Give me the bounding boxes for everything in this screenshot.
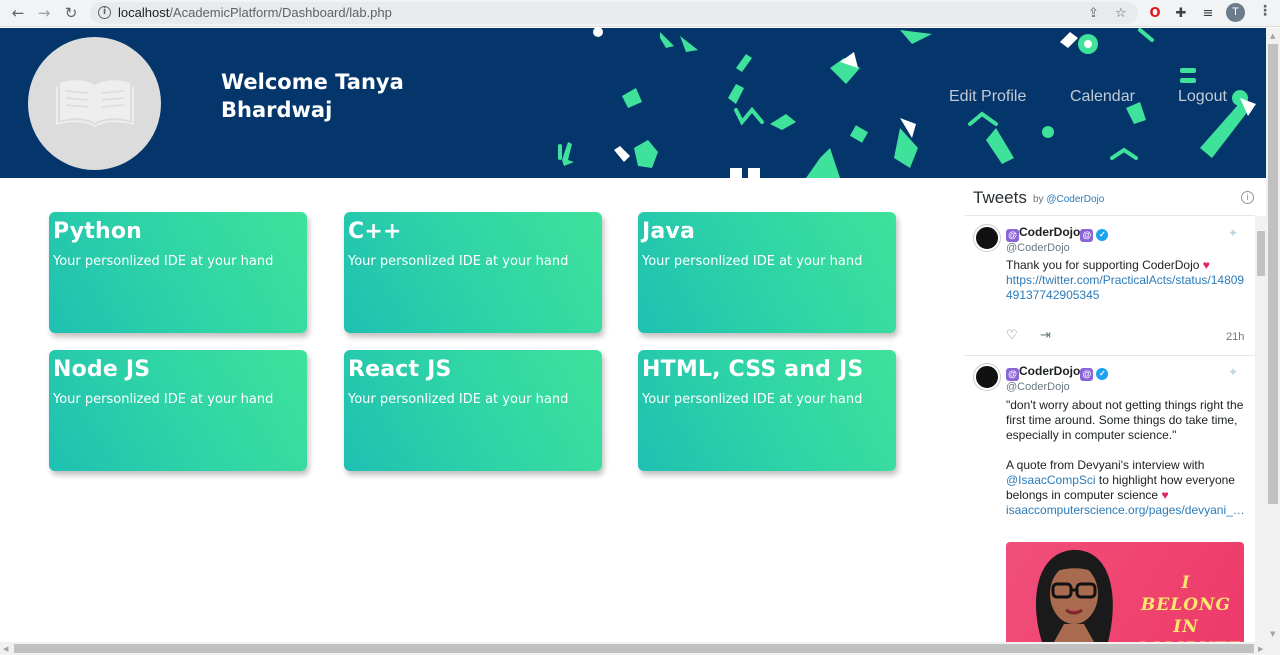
card-subtitle: Your personlized IDE at your hand: [348, 392, 569, 407]
tweet-handle[interactable]: @CoderDojo: [1006, 242, 1070, 254]
url-text[interactable]: localhost/AcademicPlatform/Dashboard/lab…: [118, 5, 392, 20]
emoji-icon: @: [1080, 229, 1094, 242]
tweet-author-name: CoderDojo: [1019, 364, 1081, 378]
card-title: Node JS: [53, 357, 151, 382]
card-title: Python: [53, 219, 143, 244]
tweet-quote: "don't worry about not getting things ri…: [1006, 398, 1244, 442]
twitter-bird-icon[interactable]: ✦: [1228, 226, 1238, 240]
profile-picture[interactable]: [28, 37, 161, 170]
scroll-left-arrow-icon[interactable]: ◀: [3, 645, 8, 653]
emoji-icon: @: [1006, 229, 1019, 242]
tweet-body: "don't worry about not getting things ri…: [1006, 398, 1246, 518]
tweet-image-text: I BELONG IN COMPUTER SCIENCE: [1134, 573, 1244, 642]
reload-icon[interactable]: ↻: [61, 3, 81, 23]
card-html-css-js[interactable]: HTML, CSS and JS Your personlized IDE at…: [638, 350, 896, 471]
header-banner: Welcome Tanya Bhardwaj Edit Profile Cale…: [0, 28, 1266, 178]
back-arrow-icon[interactable]: ←: [8, 3, 28, 23]
card-cpp[interactable]: C++ Your personlized IDE at your hand: [344, 212, 602, 333]
card-title: React JS: [348, 357, 452, 382]
scroll-right-arrow-icon[interactable]: ▶: [1258, 645, 1263, 653]
share-icon[interactable]: ⇥: [1040, 327, 1051, 343]
forward-arrow-icon[interactable]: →: [34, 3, 54, 23]
browser-toolbar: ← → ↻ i localhost/AcademicPlatform/Dashb…: [0, 0, 1280, 27]
card-nodejs[interactable]: Node JS Your personlized IDE at your han…: [49, 350, 307, 471]
site-info-icon[interactable]: i: [98, 6, 111, 19]
card-python[interactable]: Python Your personlized IDE at your hand: [49, 212, 307, 333]
profile-avatar[interactable]: T: [1226, 3, 1245, 22]
verified-badge-icon: ✓: [1096, 229, 1109, 241]
tweet-avatar[interactable]: [974, 225, 1000, 251]
tweet-avatar[interactable]: [974, 364, 1000, 390]
portrait-illustration: [1035, 549, 1113, 642]
card-subtitle: Your personlized IDE at your hand: [642, 254, 863, 269]
verified-badge-icon: ✓: [1096, 368, 1109, 380]
tweet[interactable]: @ CoderDojo @ ✓ @CoderDojo ✦ Thank you for …: [965, 217, 1255, 355]
card-reactjs[interactable]: React JS Your personlized IDE at your ha…: [344, 350, 602, 471]
twitter-bird-icon[interactable]: ✦: [1228, 365, 1238, 379]
url-path: /AcademicPlatform/Dashboard/lab.php: [169, 5, 392, 20]
card-title: Java: [642, 219, 696, 244]
share-icon[interactable]: ⇪: [1088, 6, 1099, 21]
tweet-media-image[interactable]: I BELONG IN COMPUTER SCIENCE: [1006, 542, 1244, 642]
emoji-icon: @: [1006, 368, 1019, 381]
address-bar[interactable]: i localhost/AcademicPlatform/Dashboard/l…: [90, 2, 1138, 24]
edit-profile-link[interactable]: Edit Profile: [949, 88, 1026, 106]
bookmark-star-icon[interactable]: ☆: [1115, 6, 1127, 21]
scroll-up-arrow-icon[interactable]: ▲: [1270, 32, 1275, 40]
mention-link[interactable]: @IsaacCompSci: [1006, 473, 1096, 487]
book-icon: [56, 80, 134, 127]
timeline-title: Tweets: [973, 188, 1027, 207]
tweet-body: Thank you for supporting CoderDojo ♥ htt…: [1006, 258, 1246, 303]
byline-handle-link[interactable]: @CoderDojo: [1046, 194, 1104, 205]
welcome-heading: Welcome Tanya Bhardwaj: [221, 70, 404, 122]
url-host: localhost: [118, 5, 170, 20]
tweet-author-name: CoderDojo: [1019, 225, 1081, 239]
like-heart-icon[interactable]: ♡: [1006, 327, 1018, 343]
tweet-author[interactable]: @ CoderDojo @ ✓: [1006, 364, 1109, 381]
card-title: HTML, CSS and JS: [642, 357, 864, 382]
card-title: C++: [348, 219, 402, 244]
timeline-byline: by @CoderDojo: [1033, 194, 1104, 205]
info-icon[interactable]: i: [1241, 191, 1254, 204]
card-subtitle: Your personlized IDE at your hand: [348, 254, 569, 269]
extensions-puzzle-icon[interactable]: ✚: [1172, 4, 1190, 22]
tweet-timestamp[interactable]: 21h: [1226, 331, 1244, 343]
tweet-handle[interactable]: @CoderDojo: [1006, 381, 1070, 393]
page-vertical-scroll-thumb[interactable]: [1268, 44, 1278, 504]
tweet-link[interactable]: https://twitter.com/PracticalActs/status…: [1006, 273, 1244, 302]
timeline-header: Tweets by @CoderDojo i: [965, 179, 1255, 216]
heart-emoji-icon: ♥: [1161, 488, 1169, 502]
opera-extension-icon[interactable]: O: [1146, 4, 1164, 22]
card-subtitle: Your personlized IDE at your hand: [642, 392, 863, 407]
timeline-scrollbar[interactable]: [1255, 216, 1266, 642]
heart-emoji-icon: ♥: [1202, 258, 1210, 272]
card-subtitle: Your personlized IDE at your hand: [53, 392, 274, 407]
emoji-icon: @: [1080, 368, 1094, 381]
twitter-timeline-widget[interactable]: Tweets by @CoderDojo i @ CoderDojo @ ✓ @Cod…: [965, 179, 1266, 642]
card-java[interactable]: Java Your personlized IDE at your hand: [638, 212, 896, 333]
tweet-link[interactable]: isaaccomputerscience.org/pages/devyani_…: [1006, 503, 1245, 517]
browser-menu-icon[interactable]: ⋮: [1258, 3, 1272, 19]
scroll-down-arrow-icon[interactable]: ▼: [1270, 630, 1275, 638]
tweet-author[interactable]: @ CoderDojo @ ✓: [1006, 225, 1109, 242]
tweet-text: A quote from Devyani's interview with: [1006, 458, 1205, 472]
tweet-text: Thank you for supporting CoderDojo: [1006, 258, 1200, 272]
media-queue-icon[interactable]: ≡: [1199, 4, 1217, 22]
byline-prefix: by: [1033, 194, 1044, 205]
card-subtitle: Your personlized IDE at your hand: [53, 254, 274, 269]
page-horizontal-scroll-thumb[interactable]: [14, 644, 1254, 653]
calendar-link[interactable]: Calendar: [1070, 88, 1135, 106]
banner-doodles: [558, 28, 1256, 178]
timeline-scroll-thumb[interactable]: [1257, 231, 1265, 276]
logout-link[interactable]: Logout: [1178, 88, 1227, 106]
